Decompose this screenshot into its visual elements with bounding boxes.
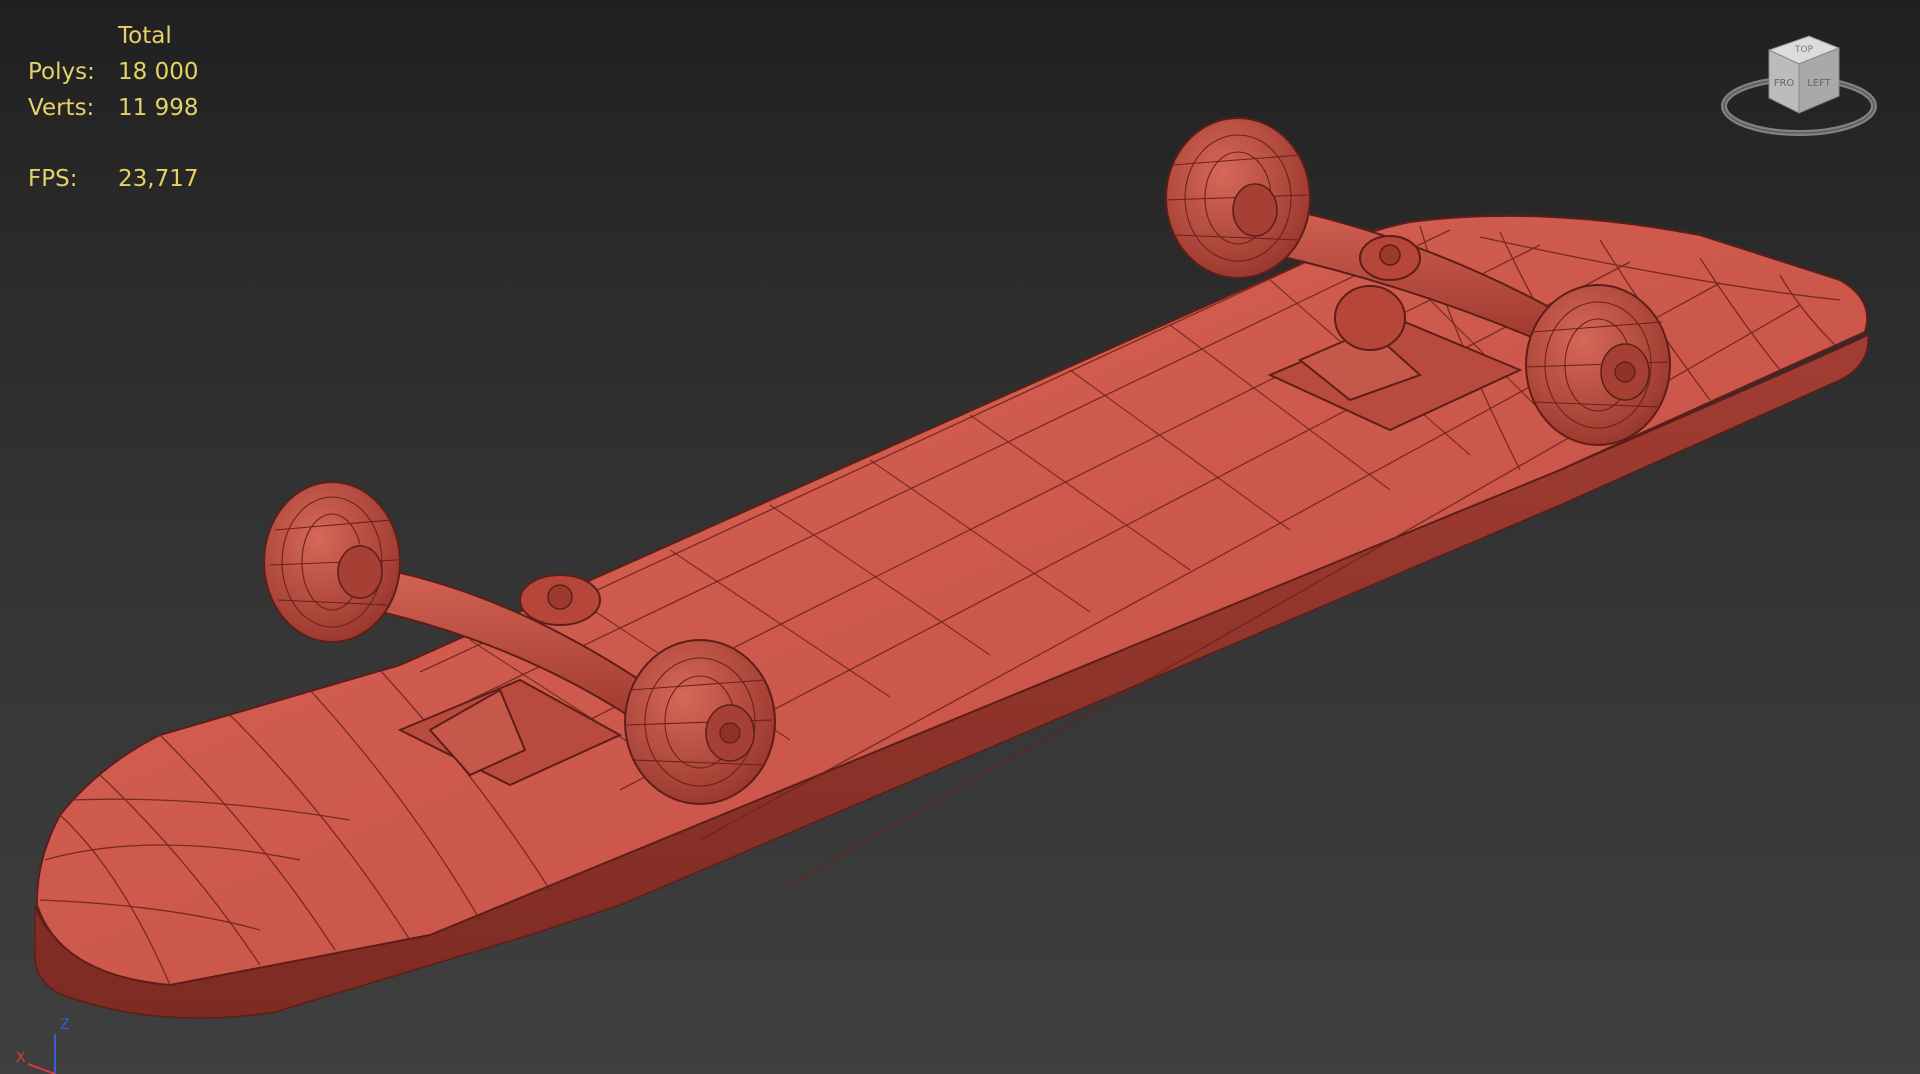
viewcube-face-front[interactable]: FRO [1774, 78, 1795, 89]
verts-label: Verts: [28, 95, 95, 121]
axis-x-label: X [16, 1050, 26, 1066]
viewcube-icon[interactable]: TOP FRO LEFT [1714, 18, 1884, 148]
fps-label: FPS: [28, 166, 78, 192]
polys-value: 18 000 [118, 59, 199, 85]
verts-value: 11 998 [118, 95, 199, 121]
fps-value: 23,717 [118, 166, 199, 192]
polys-label: Polys: [28, 59, 95, 85]
axis-z-label: Z [60, 1017, 70, 1033]
viewport[interactable]: Total Polys: 18 000 Verts: 11 998 FPS: 23,7… [0, 0, 1920, 1074]
viewcube-face-left[interactable]: LEFT [1807, 78, 1831, 89]
stats-header: Total [118, 23, 172, 49]
axis-tripod-icon: Z X [16, 1017, 70, 1074]
viewport-statistics: Total Polys: 18 000 Verts: 11 998 FPS: 23,7… [28, 18, 198, 197]
viewcube-face-top[interactable]: TOP [1794, 45, 1814, 55]
skateboard-model[interactable] [0, 0, 1920, 1074]
